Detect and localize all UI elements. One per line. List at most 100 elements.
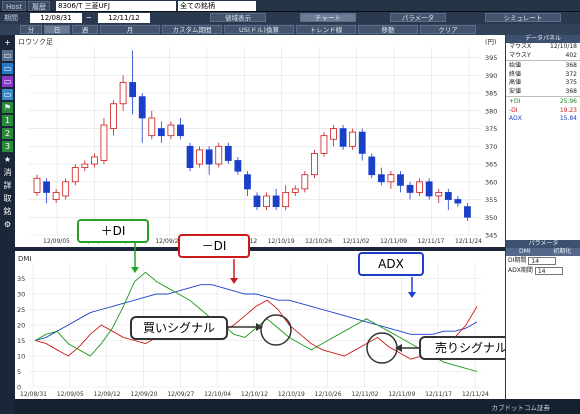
- candle-body: [272, 195, 280, 208]
- dmi-x-tick: 12/10/26: [315, 391, 342, 398]
- trade-button[interactable]: 取: [2, 193, 13, 204]
- dmi-x-tick: 12/10/04: [204, 391, 231, 398]
- tab-parameter[interactable]: パラメータ: [390, 13, 446, 22]
- parameter-header: パラメータ: [506, 240, 580, 248]
- star-icon[interactable]: ★: [2, 154, 13, 165]
- candle-body: [177, 124, 184, 137]
- dmi-x-tick: 12/09/27: [167, 391, 194, 398]
- price-x-tick: 12/10/19: [268, 238, 295, 245]
- ohlc-key: 終値: [509, 70, 522, 78]
- date-to-input[interactable]: 12/11/12: [98, 13, 150, 23]
- preset-1-button[interactable]: 1: [2, 115, 13, 126]
- tab-day[interactable]: 日: [44, 25, 70, 34]
- dmi-x-tick: 12/10/12: [241, 391, 268, 398]
- plus-di-line: [34, 271, 478, 372]
- tab-clear[interactable]: クリア: [420, 25, 476, 34]
- parameter-input[interactable]: 14: [534, 267, 563, 275]
- sell-signal-circle: [366, 332, 398, 364]
- flag-icon[interactable]: ⚑: [2, 102, 13, 113]
- window-icon[interactable]: ▭: [2, 63, 13, 74]
- candle-body: [416, 181, 424, 193]
- price-x-tick: 12/11/02: [343, 238, 370, 245]
- symbol-input[interactable]: 8306/T 三菱UFJ: [56, 1, 176, 11]
- candle-body: [425, 181, 433, 197]
- dmi-chart-label: DMI: [18, 255, 32, 263]
- candle-body: [224, 145, 232, 161]
- price-unit-label: (円): [485, 38, 497, 46]
- period-bar: 期間 12/08/31 ~ 12/11/12 値域表示 チャート パラメータ シ…: [0, 12, 580, 24]
- candle-body: [301, 174, 309, 190]
- data-panel: データパネル マウスX 12/10/18 マウスY 402 始値 368 終値 372 高値 3…: [505, 35, 580, 414]
- candle-body: [349, 131, 357, 147]
- symbol-button[interactable]: 銘: [2, 206, 13, 217]
- candle-body: [148, 117, 156, 137]
- ohlc-row: 終値 372: [506, 71, 580, 80]
- tab-minute[interactable]: 分: [20, 25, 42, 34]
- dmi-y-tick: 30: [17, 291, 25, 299]
- candle-body: [110, 103, 117, 129]
- price-x-tick: 12/11/24: [455, 238, 482, 245]
- candle-body: [81, 163, 89, 169]
- trading-app: Host 履歴 8306/T 三菱UFJ 全ての銘柄 期間 12/08/31 ~…: [0, 0, 580, 414]
- tab-move[interactable]: 移動: [358, 25, 418, 34]
- preset-3-button[interactable]: 3: [2, 141, 13, 152]
- mouse-value: 12/10/18: [550, 43, 577, 50]
- price-y-tick: 350: [485, 214, 497, 222]
- tab-usd[interactable]: US(ドル)換算: [224, 25, 294, 34]
- dmi-value-key: +DI: [509, 98, 521, 105]
- price-y-tick: 365: [485, 161, 497, 169]
- host-mode-button[interactable]: Host: [2, 1, 26, 11]
- tab-trendline[interactable]: トレンド線: [296, 25, 356, 34]
- layout-icon[interactable]: ▭: [2, 89, 13, 100]
- candle-body: [71, 167, 79, 183]
- tab-week[interactable]: 週: [72, 25, 98, 34]
- crosshair-icon[interactable]: +: [2, 37, 13, 48]
- dmi-y-tick: 20: [17, 322, 25, 330]
- tab-custom-period[interactable]: カスタム期間: [162, 25, 222, 34]
- detail-button[interactable]: 詳: [2, 180, 13, 191]
- dmi-value-row: +DI 25.96: [506, 98, 580, 107]
- date-from-input[interactable]: 12/08/31: [30, 13, 82, 23]
- mouse-key: マウスY: [509, 51, 531, 59]
- tab-chart[interactable]: チャート: [300, 13, 356, 22]
- price-y-tick: 360: [485, 178, 497, 186]
- delete-button[interactable]: 消: [2, 167, 13, 178]
- dmi-x-tick: 12/09/12: [94, 391, 121, 398]
- chart-icon[interactable]: ▭: [2, 50, 13, 61]
- ohlc-value: 375: [565, 79, 577, 86]
- price-y-tick: 395: [485, 54, 497, 62]
- price-y-tick: 370: [485, 143, 497, 151]
- settings-icon[interactable]: ⚙: [2, 219, 13, 230]
- parameter-indicator-name: DMI: [518, 248, 531, 255]
- candle-body: [454, 199, 462, 204]
- minus-di-callout: －DI: [178, 234, 250, 258]
- symbol-group-select[interactable]: 全ての銘柄: [178, 1, 256, 11]
- indicator-icon[interactable]: ▭: [2, 76, 13, 87]
- price-x-tick: 12/11/09: [380, 238, 407, 245]
- ohlc-row: 安値 368: [506, 88, 580, 97]
- candle-body: [330, 128, 337, 140]
- plus-di-callout: ＋DI: [77, 219, 149, 243]
- dmi-y-tick: 25: [17, 306, 25, 314]
- preset-2-button[interactable]: 2: [2, 128, 13, 139]
- tab-simulate[interactable]: シミュレート: [485, 13, 561, 22]
- dmi-value-value: 19.23: [559, 106, 577, 114]
- candle-body: [167, 124, 175, 137]
- candle-body: [444, 192, 452, 200]
- top-bar: Host 履歴 8306/T 三菱UFJ 全ての銘柄: [0, 0, 580, 12]
- history-mode-button[interactable]: 履歴: [28, 1, 50, 11]
- candle-body: [282, 192, 290, 208]
- candle-body: [358, 131, 366, 154]
- dmi-x-tick: 12/11/24: [462, 391, 489, 398]
- data-panel-header: データパネル: [506, 35, 580, 43]
- tab-month[interactable]: 月: [100, 25, 160, 34]
- parameter-reset-button[interactable]: 初期化: [544, 248, 580, 256]
- dmi-x-tick: 12/08/31: [20, 391, 47, 398]
- parameter-label: ADX期間: [508, 267, 533, 274]
- parameter-input[interactable]: 14: [528, 257, 557, 265]
- tab-range[interactable]: 値域表示: [210, 13, 266, 22]
- price-y-tick: 390: [485, 72, 497, 80]
- candle-body: [205, 149, 213, 165]
- ohlc-key: 始値: [509, 62, 522, 69]
- parameter-row: DI期間 14: [506, 256, 580, 266]
